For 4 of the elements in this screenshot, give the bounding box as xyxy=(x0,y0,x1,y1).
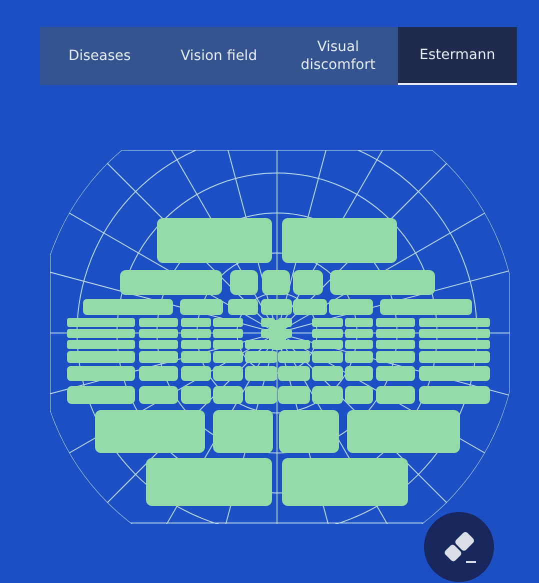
tab[interactable]: Visual discomfort xyxy=(278,27,398,85)
tab[interactable]: Vision field xyxy=(159,27,278,85)
tab[interactable]: Diseases xyxy=(40,27,160,85)
tab[interactable]: Estermann xyxy=(398,27,517,85)
